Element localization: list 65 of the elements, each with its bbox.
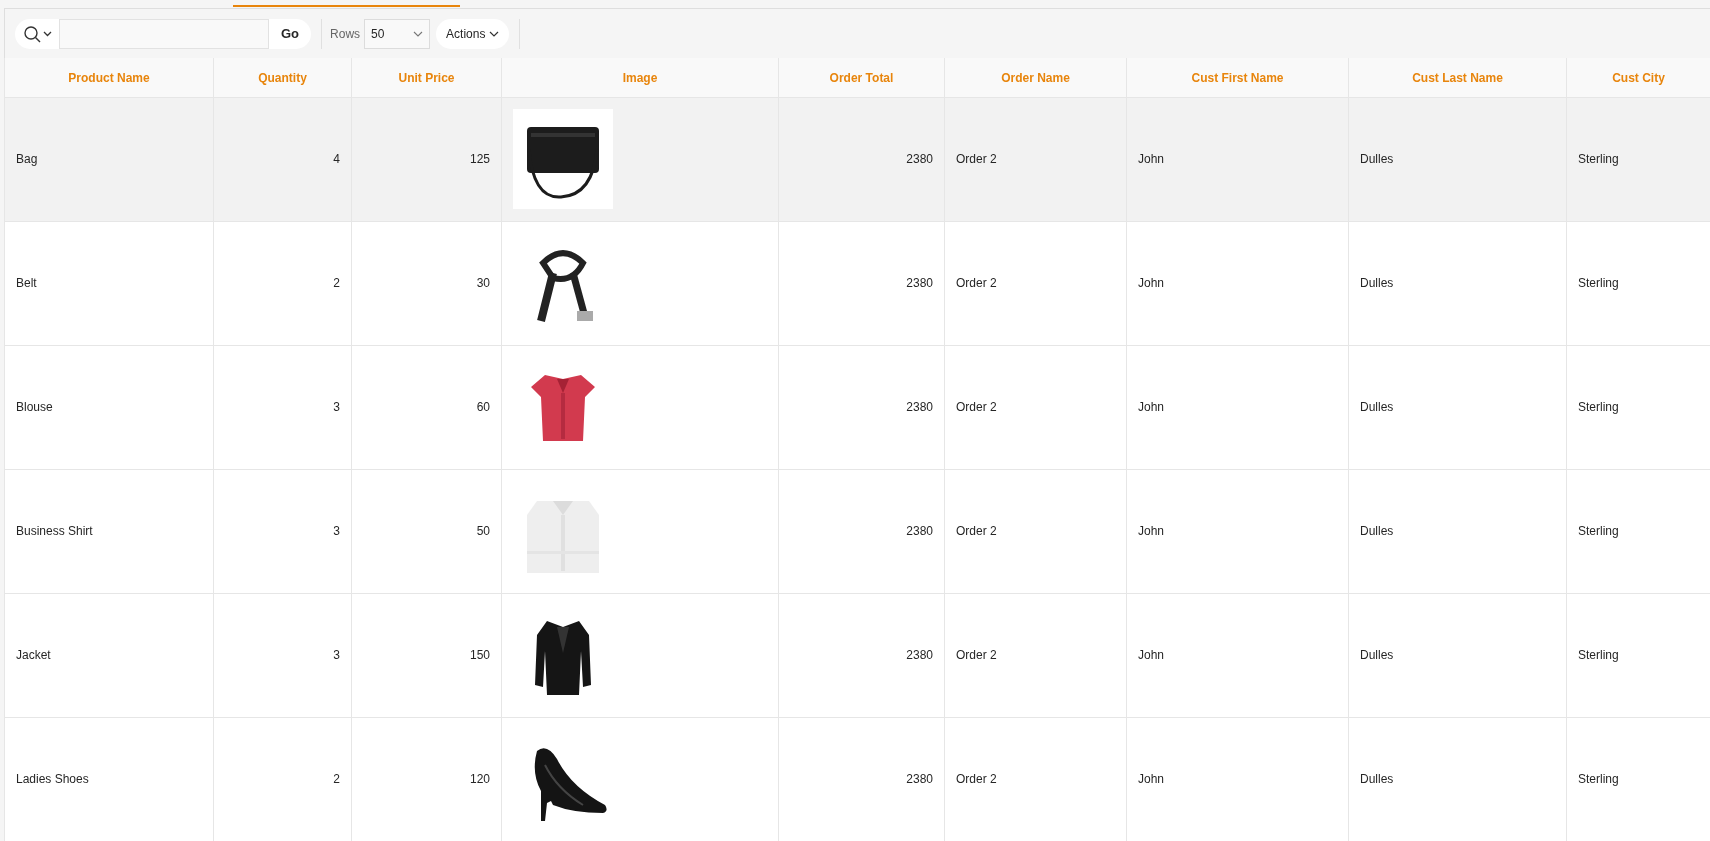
column-header[interactable]: Image (622, 71, 658, 85)
go-button[interactable]: Go (269, 18, 312, 49)
rows-label: Rows (330, 25, 361, 43)
table-cell: Order 2 (956, 400, 997, 414)
table-cell: Order 2 (956, 524, 997, 538)
table-cell: Dulles (1360, 772, 1394, 787)
table-cell: Ladies Shoes (16, 772, 89, 787)
table-cell: 2 (333, 772, 340, 787)
search-icon (23, 24, 53, 43)
rows-select[interactable]: 50 (364, 18, 431, 49)
table-cell: John (1138, 524, 1165, 538)
table-cell: Jacket (16, 648, 51, 662)
table-cell: Sterling (1578, 524, 1619, 538)
table-cell: Sterling (1578, 152, 1619, 166)
column-header[interactable]: Product Name (68, 71, 150, 85)
table-cell: Order 2 (956, 648, 997, 662)
table-cell: John (1138, 276, 1165, 290)
table-cell: John (1138, 772, 1165, 787)
actions-button[interactable]: Actions (436, 18, 510, 49)
column-header[interactable]: Unit Price (398, 71, 455, 85)
table-cell: Sterling (1578, 276, 1619, 290)
column-header[interactable]: Cust Last Name (1412, 71, 1503, 85)
table-cell: Dulles (1360, 524, 1394, 538)
chevron-down-icon (413, 30, 424, 37)
table-cell: 4 (333, 152, 340, 166)
chevron-down-icon (489, 30, 500, 37)
table-cell: Dulles (1360, 648, 1394, 662)
table-cell: Business Shirt (16, 524, 93, 538)
table-cell: 2380 (906, 276, 933, 290)
table-cell: Dulles (1360, 276, 1394, 290)
search-field[interactable] (59, 18, 269, 49)
table-cell: Dulles (1360, 152, 1394, 166)
table-cell: 125 (469, 152, 490, 166)
table-cell: Sterling (1578, 648, 1619, 662)
table-cell: 3 (333, 524, 340, 538)
table-cell: Blouse (16, 400, 53, 414)
table-cell: 2380 (906, 524, 933, 538)
table-cell: Sterling (1578, 772, 1619, 787)
table-cell: Sterling (1578, 400, 1619, 414)
table-cell: Belt (16, 276, 37, 290)
column-header[interactable]: Order Total (829, 71, 894, 85)
table-cell: 2380 (906, 648, 933, 662)
table-cell: John (1138, 400, 1165, 414)
table-cell: Dulles (1360, 400, 1394, 414)
table-cell: 2380 (906, 772, 933, 787)
column-header[interactable]: Order Name (1001, 71, 1070, 85)
table-cell: John (1138, 648, 1165, 662)
table-cell: 120 (469, 772, 490, 787)
column-header[interactable]: Quantity (258, 71, 307, 85)
table-cell: 60 (476, 400, 490, 414)
table-cell: 3 (333, 648, 340, 662)
table-cell: 2380 (906, 400, 933, 414)
column-header[interactable]: Cust First Name (1191, 71, 1284, 85)
table-cell: 2 (333, 276, 340, 290)
table-cell: 150 (469, 648, 490, 662)
table-cell: 3 (333, 400, 340, 414)
table-cell: 2380 (906, 152, 933, 166)
table-cell: Order 2 (956, 152, 997, 166)
table-cell: Order 2 (956, 772, 997, 787)
column-header[interactable]: Cust City (1612, 71, 1665, 85)
table-cell: Bag (16, 152, 38, 166)
table-cell: John (1138, 152, 1165, 166)
table-cell: Order 2 (956, 276, 997, 290)
table-cell: 50 (476, 524, 490, 538)
table-cell: 30 (476, 276, 490, 290)
